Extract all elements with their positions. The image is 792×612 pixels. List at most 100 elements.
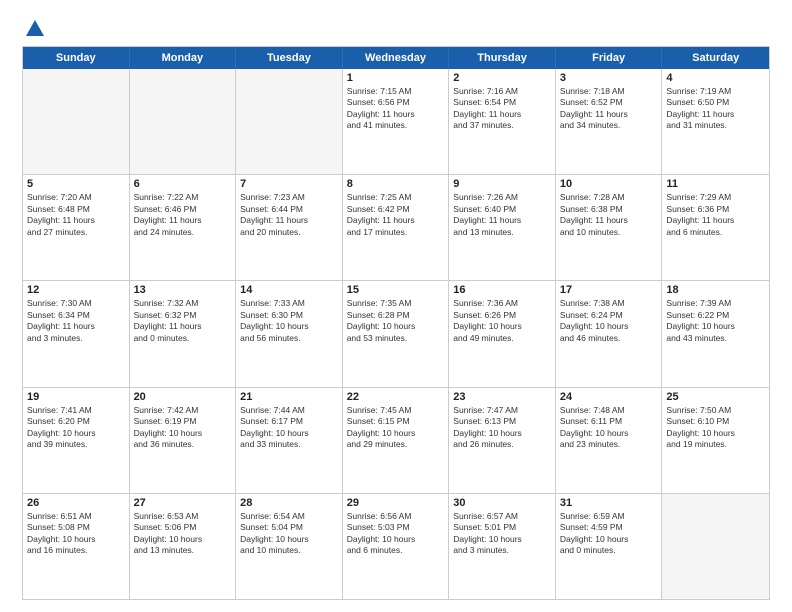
day-info: Sunrise: 7:15 AM Sunset: 6:56 PM Dayligh… — [347, 86, 445, 132]
logo — [22, 18, 46, 36]
calendar-cell: 11 Sunrise: 7:29 AM Sunset: 6:36 PM Dayli… — [662, 175, 769, 280]
day-number: 1 — [347, 72, 445, 84]
day-info: Sunrise: 6:51 AM Sunset: 5:08 PM Dayligh… — [27, 511, 125, 557]
day-number: 18 — [666, 284, 765, 296]
calendar-cell: 12 Sunrise: 7:30 AM Sunset: 6:34 PM Dayli… — [23, 281, 130, 386]
calendar-cell: 17 Sunrise: 7:38 AM Sunset: 6:24 PM Dayli… — [556, 281, 663, 386]
day-info: Sunrise: 7:39 AM Sunset: 6:22 PM Dayligh… — [666, 298, 765, 344]
header-day-tuesday: Tuesday — [236, 47, 343, 69]
calendar-cell: 13Sunrise: 7:32 AM Sunset: 6:32 PM Dayli… — [130, 281, 237, 386]
day-info: Sunrise: 7:25 AM Sunset: 6:42 PM Dayligh… — [347, 192, 445, 238]
day-number: 9 — [453, 178, 551, 190]
calendar-week-3: 12 Sunrise: 7:30 AM Sunset: 6:34 PM Dayli… — [23, 280, 769, 386]
calendar-cell: 3 Sunrise: 7:18 AM Sunset: 6:52 PM Daylig… — [556, 69, 663, 174]
day-info: Sunrise: 7:48 AM Sunset: 6:11 PM Dayligh… — [560, 405, 658, 451]
calendar-cell — [662, 494, 769, 599]
calendar-header: SundayMondayTuesdayWednesdayThursdayFrid… — [23, 47, 769, 69]
day-number: 7 — [240, 178, 338, 190]
calendar-cell: 10Sunrise: 7:28 AM Sunset: 6:38 PM Dayli… — [556, 175, 663, 280]
day-number: 17 — [560, 284, 658, 296]
day-number: 31 — [560, 497, 658, 509]
day-number: 3 — [560, 72, 658, 84]
calendar-cell: 5 Sunrise: 7:20 AM Sunset: 6:48 PM Daylig… — [23, 175, 130, 280]
header-day-wednesday: Wednesday — [343, 47, 450, 69]
calendar-body: 1 Sunrise: 7:15 AM Sunset: 6:56 PM Daylig… — [23, 69, 769, 599]
day-number: 20 — [134, 391, 232, 403]
day-info: Sunrise: 7:18 AM Sunset: 6:52 PM Dayligh… — [560, 86, 658, 132]
day-info: Sunrise: 7:20 AM Sunset: 6:48 PM Dayligh… — [27, 192, 125, 238]
header-day-sunday: Sunday — [23, 47, 130, 69]
calendar-week-1: 1 Sunrise: 7:15 AM Sunset: 6:56 PM Daylig… — [23, 69, 769, 174]
calendar-cell: 31Sunrise: 6:59 AM Sunset: 4:59 PM Dayli… — [556, 494, 663, 599]
calendar-cell: 19 Sunrise: 7:41 AM Sunset: 6:20 PM Dayli… — [23, 388, 130, 493]
day-info: Sunrise: 6:53 AM Sunset: 5:06 PM Dayligh… — [134, 511, 232, 557]
day-info: Sunrise: 7:32 AM Sunset: 6:32 PM Dayligh… — [134, 298, 232, 344]
day-number: 4 — [666, 72, 765, 84]
day-number: 6 — [134, 178, 232, 190]
header-day-thursday: Thursday — [449, 47, 556, 69]
calendar-week-4: 19 Sunrise: 7:41 AM Sunset: 6:20 PM Dayli… — [23, 387, 769, 493]
day-info: Sunrise: 7:36 AM Sunset: 6:26 PM Dayligh… — [453, 298, 551, 344]
calendar-cell: 20Sunrise: 7:42 AM Sunset: 6:19 PM Dayli… — [130, 388, 237, 493]
day-info: Sunrise: 7:45 AM Sunset: 6:15 PM Dayligh… — [347, 405, 445, 451]
calendar-cell — [236, 69, 343, 174]
calendar: SundayMondayTuesdayWednesdayThursdayFrid… — [22, 46, 770, 600]
day-info: Sunrise: 7:50 AM Sunset: 6:10 PM Dayligh… — [666, 405, 765, 451]
day-info: Sunrise: 7:30 AM Sunset: 6:34 PM Dayligh… — [27, 298, 125, 344]
day-number: 14 — [240, 284, 338, 296]
calendar-cell: 23Sunrise: 7:47 AM Sunset: 6:13 PM Dayli… — [449, 388, 556, 493]
calendar-cell: 14 Sunrise: 7:33 AM Sunset: 6:30 PM Dayli… — [236, 281, 343, 386]
day-info: Sunrise: 7:44 AM Sunset: 6:17 PM Dayligh… — [240, 405, 338, 451]
calendar-cell: 6 Sunrise: 7:22 AM Sunset: 6:46 PM Daylig… — [130, 175, 237, 280]
calendar-cell: 24 Sunrise: 7:48 AM Sunset: 6:11 PM Dayli… — [556, 388, 663, 493]
header-day-saturday: Saturday — [662, 47, 769, 69]
day-info: Sunrise: 7:38 AM Sunset: 6:24 PM Dayligh… — [560, 298, 658, 344]
day-number: 5 — [27, 178, 125, 190]
calendar-cell: 1 Sunrise: 7:15 AM Sunset: 6:56 PM Daylig… — [343, 69, 450, 174]
day-info: Sunrise: 6:54 AM Sunset: 5:04 PM Dayligh… — [240, 511, 338, 557]
day-number: 16 — [453, 284, 551, 296]
calendar-cell: 30Sunrise: 6:57 AM Sunset: 5:01 PM Dayli… — [449, 494, 556, 599]
calendar-cell: 26Sunrise: 6:51 AM Sunset: 5:08 PM Dayli… — [23, 494, 130, 599]
calendar-cell: 16 Sunrise: 7:36 AM Sunset: 6:26 PM Dayli… — [449, 281, 556, 386]
page: SundayMondayTuesdayWednesdayThursdayFrid… — [0, 0, 792, 612]
calendar-cell: 7Sunrise: 7:23 AM Sunset: 6:44 PM Daylig… — [236, 175, 343, 280]
day-number: 28 — [240, 497, 338, 509]
day-info: Sunrise: 7:35 AM Sunset: 6:28 PM Dayligh… — [347, 298, 445, 344]
day-number: 10 — [560, 178, 658, 190]
day-number: 11 — [666, 178, 765, 190]
calendar-cell: 22Sunrise: 7:45 AM Sunset: 6:15 PM Dayli… — [343, 388, 450, 493]
header-day-friday: Friday — [556, 47, 663, 69]
day-number: 12 — [27, 284, 125, 296]
calendar-cell: 28 Sunrise: 6:54 AM Sunset: 5:04 PM Dayli… — [236, 494, 343, 599]
calendar-week-2: 5 Sunrise: 7:20 AM Sunset: 6:48 PM Daylig… — [23, 174, 769, 280]
calendar-cell: 4Sunrise: 7:19 AM Sunset: 6:50 PM Daylig… — [662, 69, 769, 174]
calendar-cell: 18 Sunrise: 7:39 AM Sunset: 6:22 PM Dayli… — [662, 281, 769, 386]
header — [22, 18, 770, 36]
day-number: 21 — [240, 391, 338, 403]
day-number: 2 — [453, 72, 551, 84]
day-number: 25 — [666, 391, 765, 403]
day-info: Sunrise: 7:41 AM Sunset: 6:20 PM Dayligh… — [27, 405, 125, 451]
day-number: 8 — [347, 178, 445, 190]
day-info: Sunrise: 7:16 AM Sunset: 6:54 PM Dayligh… — [453, 86, 551, 132]
day-number: 27 — [134, 497, 232, 509]
day-info: Sunrise: 7:22 AM Sunset: 6:46 PM Dayligh… — [134, 192, 232, 238]
day-info: Sunrise: 7:26 AM Sunset: 6:40 PM Dayligh… — [453, 192, 551, 238]
calendar-cell: 21 Sunrise: 7:44 AM Sunset: 6:17 PM Dayli… — [236, 388, 343, 493]
day-info: Sunrise: 7:47 AM Sunset: 6:13 PM Dayligh… — [453, 405, 551, 451]
calendar-cell — [23, 69, 130, 174]
day-info: Sunrise: 7:29 AM Sunset: 6:36 PM Dayligh… — [666, 192, 765, 238]
logo-icon — [24, 18, 46, 40]
day-info: Sunrise: 6:57 AM Sunset: 5:01 PM Dayligh… — [453, 511, 551, 557]
day-number: 19 — [27, 391, 125, 403]
header-day-monday: Monday — [130, 47, 237, 69]
calendar-cell: 9 Sunrise: 7:26 AM Sunset: 6:40 PM Daylig… — [449, 175, 556, 280]
calendar-cell: 27 Sunrise: 6:53 AM Sunset: 5:06 PM Dayli… — [130, 494, 237, 599]
calendar-cell: 2 Sunrise: 7:16 AM Sunset: 6:54 PM Daylig… — [449, 69, 556, 174]
calendar-cell: 8 Sunrise: 7:25 AM Sunset: 6:42 PM Daylig… — [343, 175, 450, 280]
day-number: 24 — [560, 391, 658, 403]
day-info: Sunrise: 7:33 AM Sunset: 6:30 PM Dayligh… — [240, 298, 338, 344]
day-info: Sunrise: 6:56 AM Sunset: 5:03 PM Dayligh… — [347, 511, 445, 557]
calendar-cell: 15Sunrise: 7:35 AM Sunset: 6:28 PM Dayli… — [343, 281, 450, 386]
